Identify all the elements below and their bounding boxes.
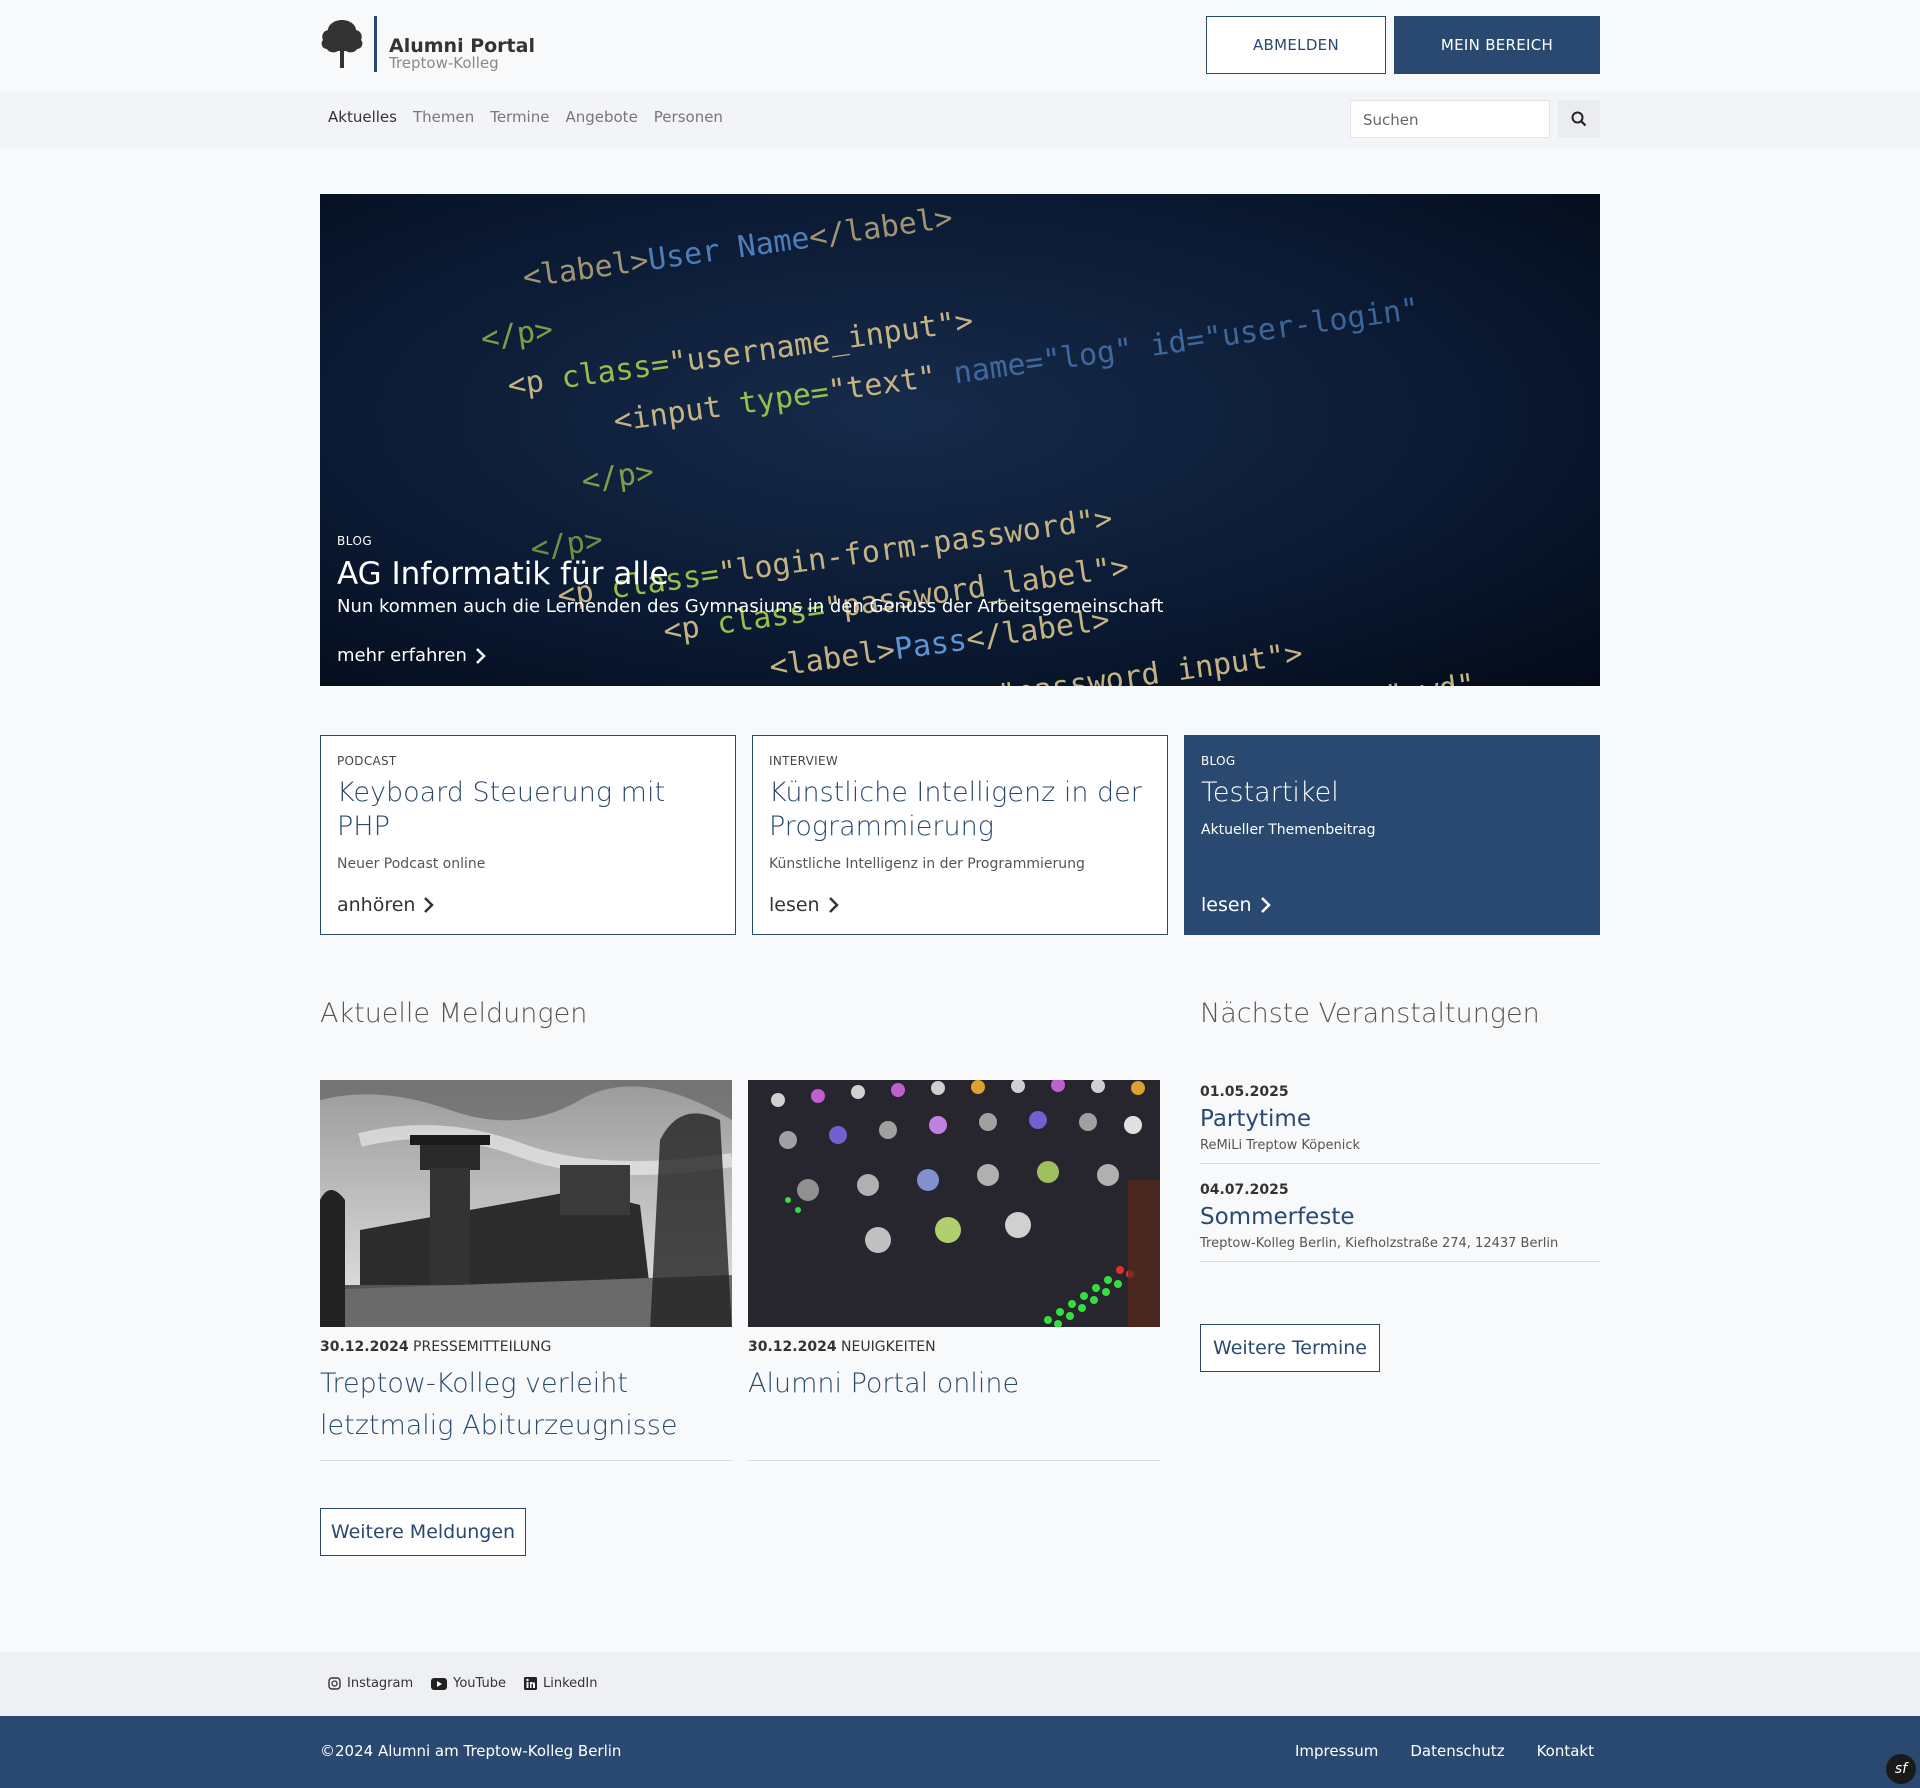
- social-linkedin[interactable]: LinkedIn: [524, 1676, 598, 1691]
- logout-button[interactable]: ABMELDEN: [1206, 16, 1386, 74]
- event-item[interactable]: 01.05.2025 Partytime ReMiLi Treptow Köpe…: [1200, 1084, 1600, 1164]
- divider: [1200, 1261, 1600, 1262]
- chevron-right-icon: [476, 647, 486, 664]
- events-heading: Nächste Veranstaltungen: [1200, 998, 1540, 1029]
- symfony-toolbar-icon[interactable]: sf: [1886, 1754, 1916, 1784]
- news-heading: Aktuelle Meldungen: [320, 998, 588, 1029]
- news-meta: 30.12.2024 NEUIGKEITEN: [748, 1339, 1160, 1355]
- card-interview[interactable]: INTERVIEW Künstliche Intelligenz in der …: [752, 735, 1168, 935]
- hero-more-link[interactable]: mehr erfahren: [337, 645, 1163, 666]
- footer-link-impressum[interactable]: Impressum: [1295, 1742, 1378, 1760]
- hero-category: BLOG: [337, 534, 373, 548]
- card-subtitle: Neuer Podcast online: [337, 856, 486, 872]
- social-label: YouTube: [453, 1676, 507, 1691]
- card-link-label: anhören: [337, 894, 416, 916]
- news-item[interactable]: 30.12.2024 NEUIGKEITEN Alumni Portal onl…: [748, 1080, 1160, 1405]
- news-image-mixer: [748, 1080, 1160, 1327]
- copyright: ©2024 Alumni am Treptow-Kolleg Berlin: [320, 1742, 622, 1760]
- chevron-right-icon: [424, 897, 435, 913]
- hero-subtitle: Nun kommen auch die Lernenden des Gymnas…: [337, 596, 1164, 617]
- news-meta: 30.12.2024 PRESSEMITTEILUNG: [320, 1339, 732, 1355]
- event-date: 01.05.2025: [1200, 1084, 1289, 1100]
- social-label: LinkedIn: [543, 1676, 598, 1691]
- social-label: Instagram: [347, 1676, 414, 1691]
- nav-item-personen[interactable]: Personen: [654, 108, 723, 126]
- card-link[interactable]: anhören: [337, 894, 435, 916]
- divider: [748, 1460, 1160, 1461]
- youtube-icon: [431, 1677, 448, 1690]
- card-category: BLOG: [1201, 754, 1236, 768]
- card-subtitle: Künstliche Intelligenz in der Programmie…: [769, 856, 1085, 872]
- card-link-label: lesen: [769, 894, 820, 916]
- site-footer: ©2024 Alumni am Treptow-Kolleg Berlin Im…: [0, 1716, 1920, 1788]
- hero-more-label: mehr erfahren: [337, 645, 467, 666]
- nav-item-angebote[interactable]: Angebote: [565, 108, 637, 126]
- divider: [320, 1460, 732, 1461]
- card-category: INTERVIEW: [769, 754, 839, 768]
- divider: [1200, 1163, 1600, 1164]
- main-navbar: Aktuelles Themen Termine Angebote Person…: [0, 92, 1920, 148]
- news-date: 30.12.2024: [320, 1339, 409, 1355]
- nav-item-aktuelles[interactable]: Aktuelles: [328, 108, 397, 126]
- news-title[interactable]: Treptow-Kolleg verleiht letztmalig Abitu…: [320, 1363, 732, 1447]
- search-input[interactable]: Suchen: [1350, 100, 1550, 138]
- footer-link-datenschutz[interactable]: Datenschutz: [1410, 1742, 1504, 1760]
- hero-banner[interactable]: <label>User Name</label> </p> <p class="…: [320, 194, 1600, 686]
- news-item[interactable]: 30.12.2024 PRESSEMITTEILUNG Treptow-Koll…: [320, 1080, 732, 1447]
- card-title: Testartikel: [1201, 777, 1339, 808]
- card-blog[interactable]: BLOG Testartikel Aktueller Themenbeitrag…: [1184, 735, 1600, 935]
- hero-title: AG Informatik für alle: [337, 556, 669, 592]
- hero-content: BLOG AG Informatik für alle Nun kommen a…: [337, 534, 1163, 666]
- social-youtube[interactable]: YouTube: [431, 1676, 506, 1691]
- card-subtitle: Aktueller Themenbeitrag: [1201, 822, 1376, 838]
- event-date: 04.07.2025: [1200, 1182, 1289, 1198]
- my-area-button[interactable]: MEIN BEREICH: [1394, 16, 1600, 74]
- nav-item-termine[interactable]: Termine: [490, 108, 549, 126]
- search-icon: [1571, 111, 1587, 127]
- social-instagram[interactable]: Instagram: [328, 1676, 413, 1691]
- event-item[interactable]: 04.07.2025 Sommerfeste Treptow-Kolleg Be…: [1200, 1182, 1600, 1262]
- event-title[interactable]: Partytime: [1200, 1106, 1600, 1132]
- site-header: Alumni Portal Treptow-Kolleg ABMELDEN ME…: [0, 0, 1920, 92]
- chevron-right-icon: [828, 897, 839, 913]
- news-image-prison: [320, 1080, 732, 1327]
- more-news-button[interactable]: Weitere Meldungen: [320, 1508, 526, 1556]
- chevron-right-icon: [1260, 897, 1271, 913]
- logo[interactable]: Alumni Portal Treptow-Kolleg: [320, 16, 535, 72]
- instagram-icon: [328, 1677, 341, 1690]
- nav-item-themen[interactable]: Themen: [413, 108, 474, 126]
- card-title: Keyboard Steuerung mit PHP: [337, 777, 666, 842]
- tree-logo-icon: [321, 20, 363, 68]
- card-category: PODCAST: [337, 754, 397, 768]
- event-location: Treptow-Kolleg Berlin, Kiefholzstraße 27…: [1200, 1236, 1559, 1251]
- footer-link-kontakt[interactable]: Kontakt: [1537, 1742, 1594, 1760]
- social-links: Instagram YouTube LinkedIn: [328, 1676, 598, 1691]
- event-location: ReMiLi Treptow Köpenick: [1200, 1138, 1361, 1153]
- search-button[interactable]: [1558, 100, 1600, 138]
- card-link-label: lesen: [1201, 894, 1252, 916]
- footer-links: Impressum Datenschutz Kontakt: [1295, 1742, 1594, 1760]
- news-title[interactable]: Alumni Portal online: [748, 1363, 1160, 1405]
- event-title[interactable]: Sommerfeste: [1200, 1204, 1600, 1230]
- linkedin-icon: [524, 1677, 538, 1690]
- news-category: NEUIGKEITEN: [841, 1339, 936, 1355]
- logo-subtitle: Treptow-Kolleg: [389, 54, 499, 72]
- card-link[interactable]: lesen: [1201, 894, 1272, 916]
- card-title: Künstliche Intelligenz in der Programmie…: [769, 777, 1142, 842]
- news-category: PRESSEMITTEILUNG: [413, 1339, 552, 1355]
- social-bar: Instagram YouTube LinkedIn: [0, 1652, 1920, 1716]
- card-podcast[interactable]: PODCAST Keyboard Steuerung mit PHP Neuer…: [320, 735, 736, 935]
- news-date: 30.12.2024: [748, 1339, 837, 1355]
- logo-title: Alumni Portal: [389, 35, 535, 57]
- main-nav: Aktuelles Themen Termine Angebote Person…: [328, 108, 723, 126]
- more-events-button[interactable]: Weitere Termine: [1200, 1324, 1380, 1372]
- card-link[interactable]: lesen: [769, 894, 840, 916]
